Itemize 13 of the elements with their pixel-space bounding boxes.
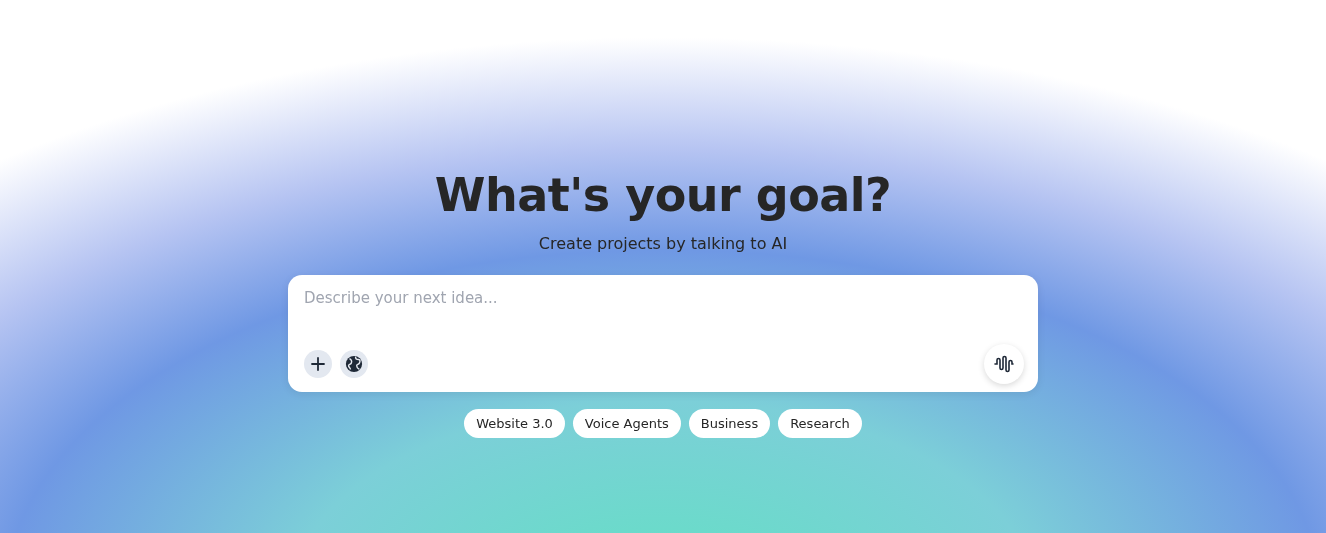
suggestion-chip[interactable]: Research <box>778 409 862 438</box>
waveform-icon <box>993 353 1015 375</box>
suggestion-chip[interactable]: Website 3.0 <box>464 409 565 438</box>
add-button[interactable] <box>304 350 332 378</box>
suggestion-chip[interactable]: Business <box>688 409 771 438</box>
globe-icon <box>345 355 363 373</box>
page-subtitle: Create projects by talking to AI <box>538 234 788 253</box>
plus-icon <box>310 356 326 372</box>
voice-button[interactable] <box>984 344 1024 384</box>
page-title: What's your goal? <box>434 168 892 222</box>
suggestion-chip[interactable]: Voice Agents <box>572 409 681 438</box>
prompt-field[interactable]: Describe your next idea... <box>288 275 1038 392</box>
web-search-button[interactable] <box>340 350 368 378</box>
